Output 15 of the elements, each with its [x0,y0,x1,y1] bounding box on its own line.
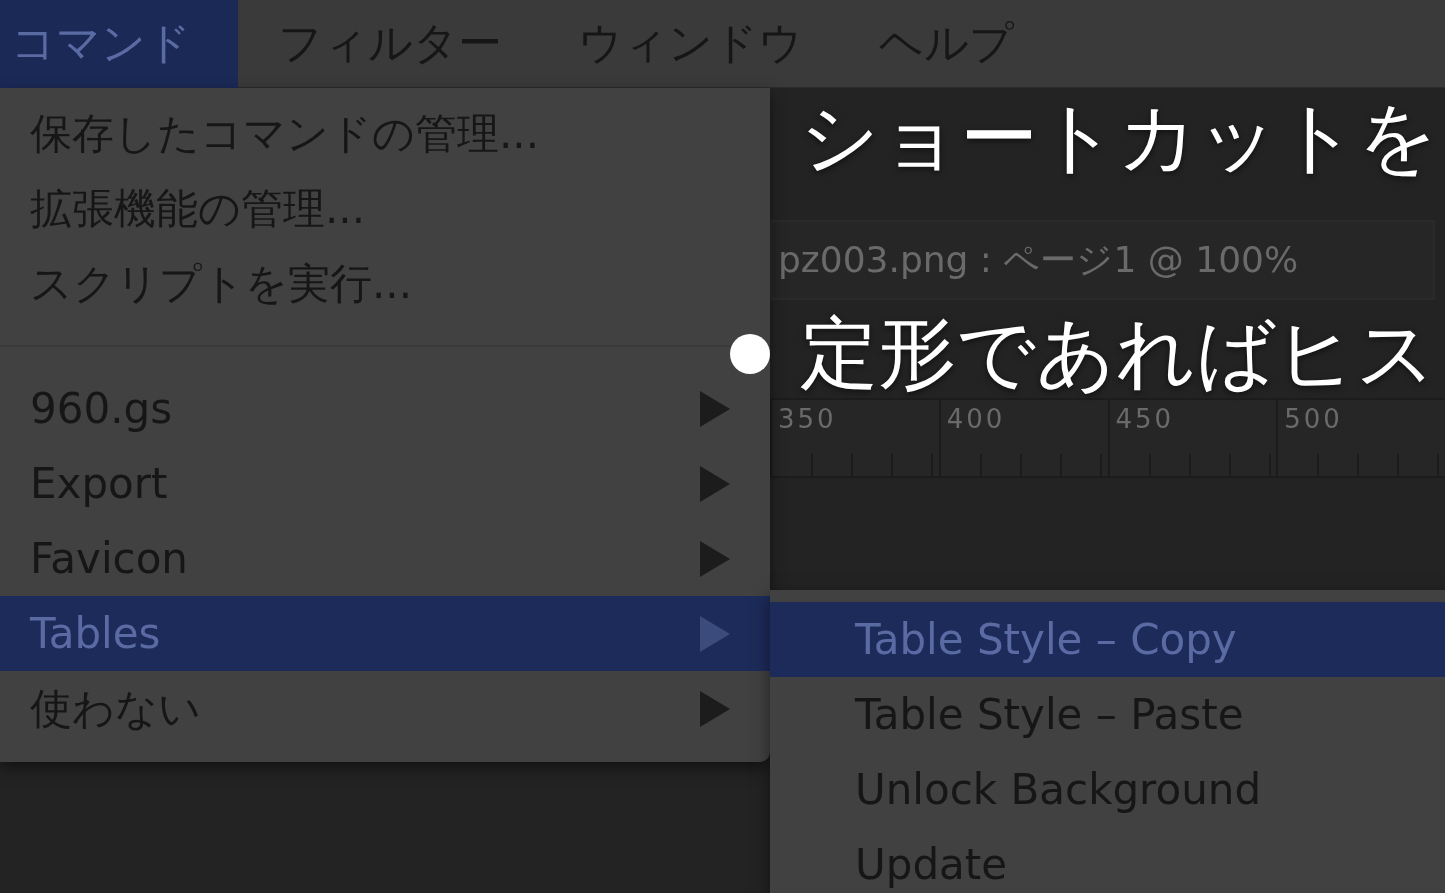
ruler-number: 350 [777,403,838,436]
slide-text: ショートカットを [800,92,1438,182]
menu-bar-item[interactable]: コマンド [0,0,238,88]
document-title: pz003.png : ページ1 @ 100% [770,220,1435,300]
ruler-number: 400 [945,403,1007,436]
submenu-arrow-icon [700,615,730,652]
ruler-number: 450 [1114,403,1176,436]
submenu-arrow-icon [700,465,730,502]
menu-item[interactable]: Table Style – Copy [770,602,1445,677]
ruler-number: 500 [1283,403,1344,436]
submenu-arrow-icon [700,390,730,427]
submenu-arrow-icon [700,690,730,727]
slide-text: 定形であればヒス [800,308,1438,398]
menu-item[interactable]: Tables [0,596,770,671]
submenu-arrow-icon [700,540,730,577]
